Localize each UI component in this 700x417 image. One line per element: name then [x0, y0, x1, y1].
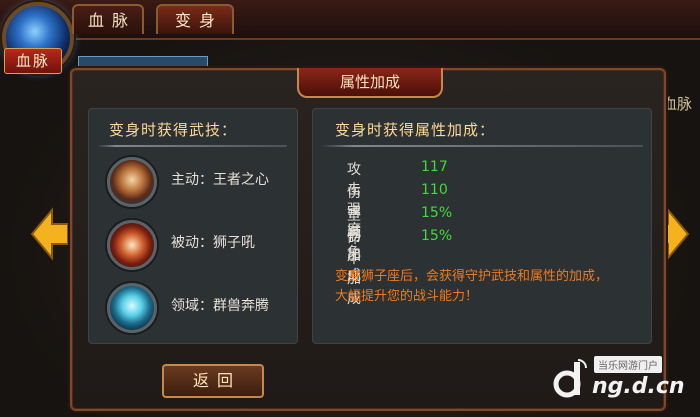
- back-button[interactable]: 返回: [162, 364, 264, 398]
- attribute-value: 117: [421, 159, 448, 175]
- lion-roar-icon[interactable]: [107, 220, 157, 270]
- skills-heading: 变身时获得武技：: [109, 121, 238, 139]
- dialog-title: 属性加成: [297, 68, 443, 98]
- dcn-logo-icon: [553, 359, 587, 398]
- background-side-subtitle: 血脉: [661, 95, 692, 113]
- description-line: 变身狮子座后，会获得守护武技和属性的加成，: [335, 269, 609, 284]
- skill-label: 被动：狮子吼: [171, 235, 255, 251]
- attributes-heading: 变身时获得属性加成：: [335, 121, 496, 139]
- watermark-url: ng.d.cn: [592, 374, 685, 399]
- watermark: 当乐网游门户 ng.d.cn: [550, 350, 696, 412]
- skill-label: 领域：群兽奔腾: [171, 298, 269, 314]
- attributes-divider: [321, 145, 643, 147]
- skills-divider: [97, 145, 287, 147]
- description-line: 大幅提升您的战斗能力！: [335, 289, 479, 304]
- attribute-value: 110: [421, 182, 448, 198]
- skill-item[interactable]: 领域：群兽奔腾: [107, 283, 297, 335]
- skills-panel: 变身时获得武技： 主动：王者之心 被动：狮子吼 领域：群兽奔腾: [88, 108, 298, 344]
- transform-description: 变身狮子座后，会获得守护武技和属性的加成， 大幅提升您的战斗能力！: [335, 267, 645, 307]
- orb-label: 血脉: [4, 48, 62, 74]
- lion-icon[interactable]: [107, 157, 157, 207]
- attributes-panel: 变身时获得属性加成： 攻击强度 117 伤害减免 110 坚韧加成 15% 命中…: [312, 108, 652, 344]
- skill-item[interactable]: 主动：王者之心: [107, 157, 297, 209]
- arrow-left-icon[interactable]: [30, 206, 70, 262]
- skill-label: 主动：王者之心: [171, 172, 269, 188]
- tab-bloodline[interactable]: 血脉: [72, 4, 144, 34]
- beast-spirit-icon[interactable]: [107, 283, 157, 333]
- skill-item[interactable]: 被动：狮子吼: [107, 220, 297, 272]
- watermark-tag: 当乐网游门户: [594, 356, 662, 373]
- tab-transform[interactable]: 变身: [156, 4, 234, 34]
- attribute-value: 15%: [421, 228, 453, 244]
- attribute-value: 15%: [421, 205, 453, 221]
